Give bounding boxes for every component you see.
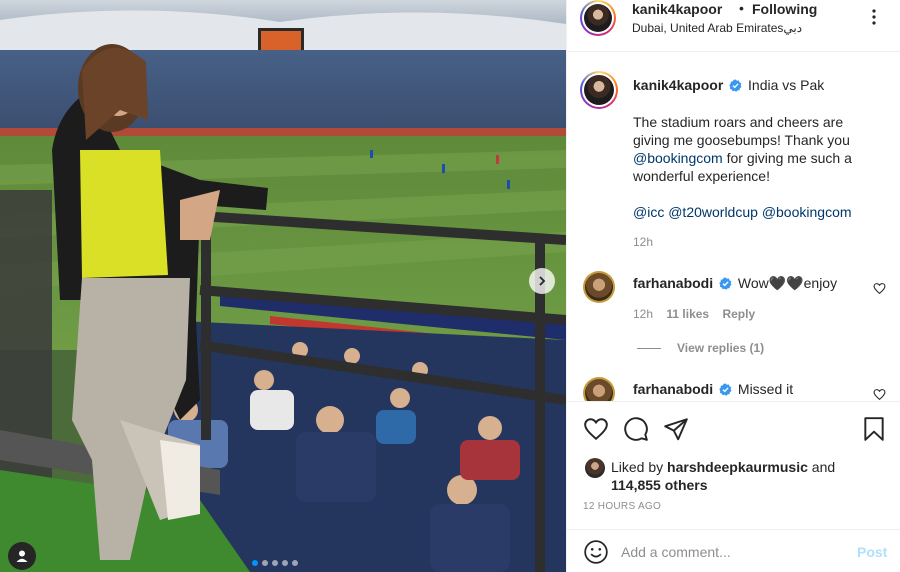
tag-link[interactable]: @t20worldcup [668, 204, 758, 220]
carousel-dot [262, 560, 268, 566]
comment-icon[interactable] [623, 416, 649, 442]
post-sidebar: kanik4kapoor • Following Dubai, United A… [566, 0, 900, 572]
replies-divider [637, 347, 661, 349]
carousel-next-button[interactable] [529, 268, 555, 294]
chevron-right-icon [539, 276, 546, 286]
carousel-dot [292, 560, 298, 566]
post-header: kanik4kapoor • Following Dubai, United A… [567, 0, 900, 52]
liked-by-mid: and [807, 459, 836, 475]
following-button[interactable]: Following [752, 1, 817, 17]
comment-time[interactable]: 12h [633, 307, 653, 321]
post-timestamp[interactable]: 12 HOURS AGO [583, 501, 661, 512]
verified-badge-icon [719, 383, 732, 396]
caption-title: India vs Pak [748, 77, 825, 93]
caption-username[interactable]: kanik4kapoor [633, 77, 723, 93]
header-separator: • [739, 0, 744, 16]
comment-avatar[interactable] [583, 271, 615, 303]
user-tag-icon [16, 550, 28, 562]
liked-by-count[interactable]: 114,855 others [611, 477, 708, 493]
post-comment-button[interactable]: Post [857, 544, 887, 560]
verified-badge-icon [729, 79, 742, 92]
stadium-photo [0, 0, 566, 572]
mention-link[interactable]: @bookingcom [633, 150, 723, 166]
author-avatar[interactable] [580, 0, 616, 36]
comment-username[interactable]: farhanabodi [633, 275, 713, 291]
likes-summary: Liked by harshdeepkaurmusic and 114,855 o… [611, 458, 835, 494]
comment-body: farhanabodi Missed it [633, 381, 793, 397]
paper-plane-icon[interactable] [663, 416, 689, 442]
comment-likes[interactable]: 11 likes [666, 307, 709, 321]
comment-heart-icon[interactable] [873, 282, 886, 295]
liker-avatar[interactable] [585, 458, 605, 478]
comment-composer: Post [567, 529, 900, 572]
caption-text-before: The stadium roars and cheers are giving … [633, 114, 850, 148]
comment-text: Missed it [737, 381, 794, 397]
comment-heart-icon[interactable] [873, 388, 886, 401]
caption-avatar[interactable] [580, 71, 618, 109]
emoji-icon[interactable] [583, 539, 609, 565]
location-link[interactable]: Dubai, United Arab Emiratesدبي [632, 21, 802, 35]
comment-avatar[interactable] [583, 377, 615, 401]
post-photo[interactable] [0, 0, 566, 572]
author-username[interactable]: kanik4kapoor [632, 1, 722, 17]
tag-link[interactable]: @bookingcom [762, 204, 852, 220]
post-actions: Liked by harshdeepkaurmusic and 114,855 o… [567, 401, 900, 572]
verified-badge-icon [719, 277, 732, 290]
carousel-indicator [252, 560, 298, 566]
bookmark-icon[interactable] [861, 416, 887, 442]
comment-text: Wow🖤🖤enjoy [737, 275, 838, 291]
view-replies-label: View replies (1) [677, 341, 765, 355]
reply-button[interactable]: Reply [722, 307, 755, 321]
carousel-dot-active [252, 560, 258, 566]
view-replies-button[interactable]: View replies (1) [637, 341, 764, 355]
more-options-icon[interactable] [865, 8, 883, 26]
liked-by-user[interactable]: harshdeepkaurmusic [667, 459, 808, 475]
heart-icon[interactable] [583, 416, 609, 442]
carousel-dot [272, 560, 278, 566]
liked-by-prefix: Liked by [611, 459, 668, 475]
comments-section[interactable]: kanik4kapoor India vs Pak The stadium ro… [567, 53, 900, 401]
user-tag-button[interactable] [8, 542, 36, 570]
comment-meta: 12h 11 likes Reply [633, 307, 755, 321]
caption-time[interactable]: 12h [633, 235, 653, 249]
carousel-dot [282, 560, 288, 566]
comment-body: farhanabodi Wow🖤🖤enjoy [633, 275, 837, 292]
tag-link[interactable]: @icc [633, 204, 664, 220]
caption-header: kanik4kapoor India vs Pak [633, 77, 824, 93]
comment-username[interactable]: farhanabodi [633, 381, 713, 397]
comment-input[interactable] [621, 542, 841, 562]
caption-text: The stadium roars and cheers are giving … [633, 113, 883, 221]
